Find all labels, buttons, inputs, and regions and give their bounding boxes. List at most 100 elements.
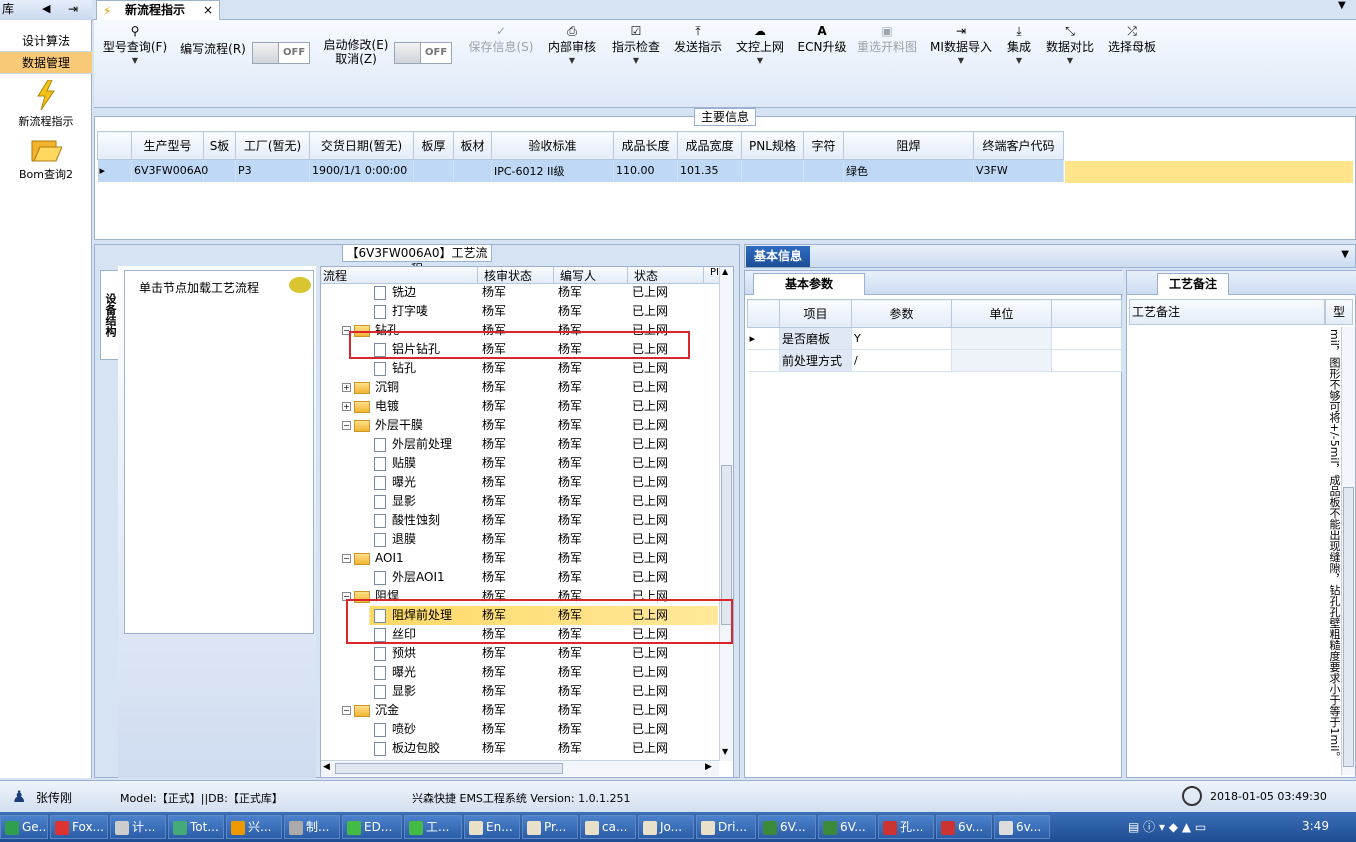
data-compare-button[interactable]: ⤡ 数据对比 ▼ <box>1044 24 1096 68</box>
table-cell[interactable]: 110.00 <box>613 159 678 182</box>
scroll-right-icon[interactable]: ▶ <box>705 762 712 772</box>
table-cell[interactable]: V3FW <box>973 159 1064 182</box>
column-header-pi[interactable]: PI <box>703 267 719 284</box>
column-header-writer[interactable]: 编写人 <box>553 267 596 284</box>
taskbar-clock[interactable]: 3:49 <box>1302 819 1329 833</box>
model-query-button[interactable]: ⚲ 型号查询(F) ▼ <box>100 24 170 68</box>
process-tree-row[interactable]: 显影 杨军 杨军 已上网 <box>322 682 718 701</box>
table-cell[interactable] <box>741 159 804 182</box>
process-horizontal-scrollbar[interactable]: ◀ ▶ <box>321 760 719 776</box>
process-tree-row[interactable]: 打字唛 杨军 杨军 已上网 <box>322 302 718 321</box>
table-cell[interactable]: / <box>851 349 952 372</box>
collapse-icon[interactable]: − <box>342 421 351 430</box>
process-node[interactable]: 喷砂 <box>374 720 416 739</box>
process-node[interactable]: 钻孔 <box>374 359 416 378</box>
taskbar-item[interactable]: 工... <box>404 815 462 839</box>
process-node[interactable]: 板边包胶 <box>374 739 440 758</box>
process-tree-row[interactable]: 喷砂 杨军 杨军 已上网 <box>322 720 718 739</box>
column-header-type[interactable]: 型 <box>1325 299 1353 325</box>
taskbar-item[interactable]: 计... <box>110 815 166 839</box>
process-node[interactable]: − AOI1 <box>342 549 404 568</box>
taskbar-item[interactable]: 6v... <box>994 815 1050 839</box>
mi-data-import-button[interactable]: ⇥ MI数据导入 ▼ <box>928 24 994 68</box>
process-node[interactable]: 铣边 <box>374 283 416 302</box>
column-header[interactable]: 板厚 <box>413 131 454 160</box>
process-node[interactable]: 外层AOI1 <box>374 568 445 587</box>
process-tree-row[interactable]: 板边包胶 杨军 杨军 已上网 <box>322 739 718 758</box>
collapse-icon[interactable]: − <box>342 554 351 563</box>
process-node[interactable]: + 电镀 <box>342 397 399 416</box>
process-node[interactable]: 贴膜 <box>374 454 416 473</box>
process-tree-row[interactable]: 酸性蚀刻 杨军 杨军 已上网 <box>322 511 718 530</box>
process-node[interactable]: 显影 <box>374 492 416 511</box>
table-row[interactable]: 前处理方式 / <box>747 349 1122 372</box>
process-tree-row[interactable]: 曝光 杨军 杨军 已上网 <box>322 473 718 492</box>
table-cell[interactable]: 1900/1/1 0:00:00 <box>309 159 414 182</box>
column-header[interactable]: 单位 <box>951 299 1052 328</box>
start-modify-button[interactable]: 启动修改(E) 取消(Z) <box>318 38 394 66</box>
tray-icons[interactable]: ▤ ⓘ ▾ ◆ ▲ ▭ <box>1128 818 1206 835</box>
process-tree-row[interactable]: + 沉铜 杨军 杨军 已上网 <box>322 378 718 397</box>
taskbar-item[interactable]: ED... <box>342 815 402 839</box>
process-tree-row[interactable]: 铣边 杨军 杨军 已上网 <box>322 283 718 302</box>
column-header[interactable]: 阻焊 <box>843 131 974 160</box>
column-header[interactable]: 交货日期(暂无) <box>309 131 414 160</box>
reselect-cutting-button[interactable]: ▣ 重选开料图 <box>854 24 920 54</box>
nav-item-design-algorithm[interactable]: 设计算法 <box>0 30 92 52</box>
process-node[interactable]: 预烘 <box>374 644 416 663</box>
tab-basic-params[interactable]: 基本参数 <box>753 273 865 295</box>
process-node[interactable]: 显影 <box>374 682 416 701</box>
modify-toggle[interactable]: OFF <box>394 42 452 64</box>
column-header[interactable]: 成品宽度 <box>677 131 742 160</box>
doc-control-online-button[interactable]: ☁ 文控上网 ▼ <box>734 24 786 68</box>
process-tree-row[interactable]: 显影 杨军 杨军 已上网 <box>322 492 718 511</box>
column-header[interactable]: 成品长度 <box>613 131 678 160</box>
process-tree-row[interactable]: 退膜 杨军 杨军 已上网 <box>322 530 718 549</box>
column-header[interactable]: S板 <box>203 131 236 160</box>
dropdown-arrow-icon[interactable]: ▼ <box>1341 249 1349 260</box>
internal-review-button[interactable]: ⎙ 内部审核 ▼ <box>546 24 598 68</box>
table-cell[interactable]: IPC-6012 II级 <box>491 159 614 182</box>
scrollbar-thumb[interactable] <box>1343 487 1354 767</box>
table-row[interactable]: ▸ 6V3FW006A0 P3 1900/1/1 0:00:00 IPC-601… <box>97 159 1064 182</box>
process-node[interactable]: 外层前处理 <box>374 435 452 454</box>
process-node[interactable]: 退膜 <box>374 530 416 549</box>
nav-item-data-management[interactable]: 数据管理 <box>0 52 92 74</box>
taskbar-item[interactable]: 孔... <box>878 815 934 839</box>
process-tree-row[interactable]: + 电镀 杨军 杨军 已上网 <box>322 397 718 416</box>
column-header[interactable]: 生产型号 <box>131 131 204 160</box>
tab-new-flow[interactable]: ⚡ 新流程指示 × <box>96 0 220 21</box>
process-node[interactable]: 打字唛 <box>374 302 428 321</box>
taskbar-item[interactable]: Jo... <box>638 815 694 839</box>
process-node[interactable]: 曝光 <box>374 663 416 682</box>
expand-icon[interactable]: + <box>342 383 351 392</box>
scroll-down-icon[interactable]: ▼ <box>722 747 728 756</box>
process-tree-row[interactable]: − 沉金 杨军 杨军 已上网 <box>322 701 718 720</box>
expand-icon[interactable]: + <box>342 402 351 411</box>
table-cell[interactable]: 6V3FW006A0 <box>131 159 208 182</box>
taskbar-item[interactable]: Fox... <box>50 815 108 839</box>
taskbar-item[interactable]: Dri... <box>696 815 756 839</box>
process-tree-row[interactable]: − AOI1 杨军 杨军 已上网 <box>322 549 718 568</box>
column-header[interactable]: 字符 <box>803 131 844 160</box>
remark-scrollbar[interactable] <box>1341 327 1355 775</box>
process-tree-row[interactable]: 预烘 杨军 杨军 已上网 <box>322 644 718 663</box>
process-tree-row[interactable]: 曝光 杨军 杨军 已上网 <box>322 663 718 682</box>
arrow-left-icon[interactable]: ◀ <box>42 0 50 18</box>
column-header-remark[interactable]: 工艺备注 <box>1129 299 1325 325</box>
table-cell[interactable]: 绿色 <box>843 159 974 182</box>
side-tab-equipment[interactable]: 设备结构 <box>100 270 120 360</box>
scroll-up-icon[interactable]: ▲ <box>722 267 728 276</box>
table-cell[interactable] <box>803 159 844 182</box>
column-header-review[interactable]: 核审状态 <box>477 267 532 284</box>
column-header[interactable]: 参数 <box>851 299 952 328</box>
integrate-button[interactable]: ⤓ 集成 ▼ <box>1000 24 1038 68</box>
table-cell[interactable] <box>413 159 454 182</box>
taskbar-item[interactable]: Tot... <box>168 815 224 839</box>
tab-close-icon[interactable]: × <box>203 1 213 19</box>
process-node[interactable]: + 沉铜 <box>342 378 399 397</box>
table-cell[interactable]: Y <box>851 327 952 350</box>
column-header-flow[interactable]: 流程 <box>323 267 347 284</box>
taskbar-item[interactable]: ca... <box>580 815 636 839</box>
tab-dropdown-icon[interactable]: ▼ <box>1338 0 1346 11</box>
